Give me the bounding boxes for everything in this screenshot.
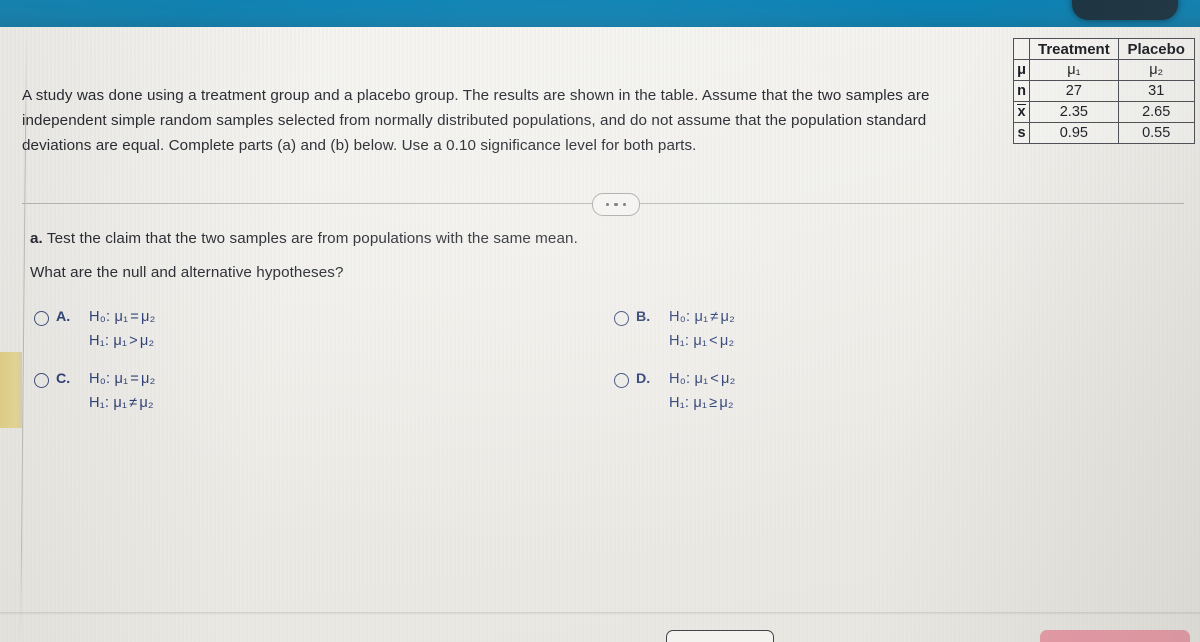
cell-s-treatment: 0.95 (1029, 122, 1119, 144)
row-label-mu: μ (1013, 59, 1030, 81)
alt-lhs: H₁: μ₁ (669, 333, 708, 349)
answer-option-b-letter: B. (636, 309, 651, 325)
table-row: μ μ₁ μ₂ (1013, 59, 1195, 81)
null-operator: < (710, 371, 719, 387)
ellipsis-dot (605, 202, 610, 207)
table-row: n 27 31 (1013, 80, 1195, 102)
data-table-container: Treatment Placebo μ μ₁ μ₂ n 27 31 x 2.35… (1013, 38, 1195, 144)
secondary-action-button[interactable] (666, 630, 774, 642)
cell-xbar-treatment: 2.35 (1029, 101, 1119, 123)
answer-option-b-hypotheses: H₀: μ₁ ≠ μ₂ H₁: μ₁ < μ₂ (669, 309, 735, 349)
null-rhs: μ₂ (140, 371, 156, 387)
part-a-prompt: a. Test the claim that the two samples a… (30, 230, 578, 247)
ellipsis-dot (622, 202, 627, 207)
section-divider (22, 193, 1184, 216)
x-bar-symbol: x (1017, 104, 1026, 120)
alt-operator: < (709, 333, 718, 349)
null-hypothesis-c: H₀: μ₁ = μ₂ (89, 371, 155, 387)
summary-statistics-table: Treatment Placebo μ μ₁ μ₂ n 27 31 x 2.35… (1013, 38, 1195, 144)
part-a-text: Test the claim that the two samples are … (46, 230, 578, 247)
ellipsis-expand-button[interactable] (592, 193, 640, 216)
cell-xbar-placebo: 2.65 (1117, 101, 1195, 123)
answer-option-a-hypotheses: H₀: μ₁ = μ₂ H₁: μ₁ > μ₂ (89, 309, 155, 349)
radio-icon[interactable] (34, 311, 49, 326)
column-header-treatment: Treatment (1029, 38, 1119, 60)
answer-option-d[interactable]: D. H₀: μ₁ < μ₂ H₁: μ₁ ≥ μ₂ (614, 370, 735, 411)
ellipsis-dot (614, 202, 618, 207)
null-rhs: μ₂ (140, 309, 156, 325)
photo-frame: A study was done using a treatment group… (0, 0, 1200, 642)
null-operator: ≠ (710, 309, 719, 325)
row-label-s: s (1013, 122, 1030, 144)
cell-n-treatment: 27 (1029, 80, 1119, 102)
null-lhs: H₀: μ₁ (89, 371, 129, 387)
row-label-n: n (1013, 80, 1030, 102)
alt-lhs: H₁: μ₁ (669, 395, 708, 411)
null-hypothesis-d: H₀: μ₁ < μ₂ (669, 371, 735, 387)
null-lhs: H₀: μ₁ (89, 309, 129, 325)
column-header-placebo: Placebo (1117, 38, 1195, 60)
answer-option-d-letter: D. (636, 371, 651, 387)
alt-lhs: H₁: μ₁ (89, 395, 128, 411)
radio-icon[interactable] (34, 373, 49, 388)
problem-statement: A study was done using a treatment group… (22, 87, 930, 155)
primary-action-button[interactable] (1040, 630, 1190, 642)
answer-option-d-hypotheses: H₀: μ₁ < μ₂ H₁: μ₁ ≥ μ₂ (669, 371, 735, 411)
alt-rhs: μ₂ (719, 333, 735, 349)
row-label-x-bar: x (1013, 101, 1030, 123)
alt-operator: ≥ (709, 395, 718, 411)
alt-hypothesis-c: H₁: μ₁ ≠ μ₂ (89, 395, 155, 411)
alt-operator: > (129, 333, 138, 349)
null-lhs: H₀: μ₁ (669, 309, 709, 325)
null-operator: = (130, 371, 139, 387)
alt-rhs: μ₂ (139, 333, 155, 349)
null-hypothesis-a: H₀: μ₁ = μ₂ (89, 309, 155, 325)
table-row: s 0.95 0.55 (1013, 122, 1195, 144)
alt-hypothesis-d: H₁: μ₁ ≥ μ₂ (669, 395, 735, 411)
radio-icon[interactable] (614, 311, 629, 326)
cell-n-placebo: 31 (1117, 80, 1195, 102)
null-rhs: μ₂ (720, 309, 735, 325)
hypotheses-question: What are the null and alternative hypoth… (30, 264, 344, 281)
answer-option-a[interactable]: A. H₀: μ₁ = μ₂ H₁: μ₁ > μ₂ (34, 308, 155, 349)
alt-lhs: H₁: μ₁ (89, 333, 128, 349)
alt-rhs: μ₂ (139, 395, 154, 411)
part-a-letter: a. (30, 230, 43, 247)
alt-rhs: μ₂ (719, 395, 734, 411)
answer-option-c-hypotheses: H₀: μ₁ = μ₂ H₁: μ₁ ≠ μ₂ (89, 371, 155, 411)
cell-s-placebo: 0.55 (1117, 122, 1195, 144)
cell-mu-placebo: μ₂ (1117, 59, 1195, 81)
answer-option-c-letter: C. (56, 371, 71, 387)
answer-option-b[interactable]: B. H₀: μ₁ ≠ μ₂ H₁: μ₁ < μ₂ (614, 308, 735, 349)
null-lhs: H₀: μ₁ (669, 371, 709, 387)
null-rhs: μ₂ (720, 371, 736, 387)
table-row: x 2.35 2.65 (1013, 101, 1195, 123)
cell-mu-treatment: μ₁ (1029, 59, 1119, 81)
null-operator: = (130, 309, 139, 325)
alt-operator: ≠ (129, 395, 138, 411)
answer-option-a-letter: A. (56, 309, 71, 325)
question-content: A study was done using a treatment group… (0, 0, 1200, 642)
answer-option-c[interactable]: C. H₀: μ₁ = μ₂ H₁: μ₁ ≠ μ₂ (34, 370, 155, 411)
null-hypothesis-b: H₀: μ₁ ≠ μ₂ (669, 309, 735, 325)
alt-hypothesis-a: H₁: μ₁ > μ₂ (89, 333, 155, 349)
radio-icon[interactable] (614, 373, 629, 388)
alt-hypothesis-b: H₁: μ₁ < μ₂ (669, 333, 735, 349)
table-corner-cell (1013, 38, 1030, 60)
table-header-row: Treatment Placebo (1013, 38, 1195, 60)
